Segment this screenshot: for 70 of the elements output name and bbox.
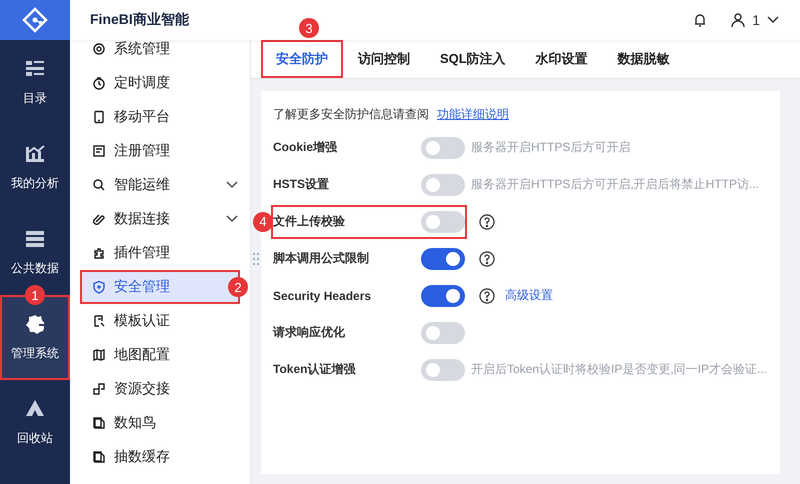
setting-label: Token认证增强	[273, 361, 356, 378]
nav-rail-item[interactable]: 目录	[0, 40, 70, 125]
toggle-switch[interactable]	[421, 136, 465, 158]
menu-item-icon	[92, 382, 106, 396]
help-link[interactable]: 功能详细说明	[437, 106, 509, 122]
menu-item[interactable]: 定时调度	[70, 66, 250, 100]
tab[interactable]: 水印设置	[520, 40, 603, 78]
toggle-switch[interactable]	[421, 322, 465, 344]
tab[interactable]: SQL防注入	[425, 40, 521, 78]
nav-rail-icon	[24, 313, 46, 335]
tab[interactable]: 安全防护	[261, 40, 343, 78]
help-icon[interactable]	[479, 250, 495, 266]
menu-item-icon	[92, 144, 106, 158]
menu-item[interactable]: 移动平台	[70, 100, 250, 134]
toggle-switch[interactable]	[421, 284, 465, 306]
menu-item[interactable]: 注册管理	[70, 134, 250, 168]
drag-handle-icon[interactable]	[253, 252, 259, 266]
menu-item-icon	[92, 280, 106, 294]
toggle-switch[interactable]	[421, 358, 465, 380]
setting-label: HSTS设置	[273, 176, 330, 193]
setting-hint: 服务器开启HTTPS后方可开启,开启后将禁止HTTP访...	[471, 176, 759, 193]
chevron-down-icon	[226, 215, 238, 223]
nav-rail-item[interactable]: 回收站	[0, 380, 70, 465]
nav-rail-icon	[24, 228, 46, 250]
tab[interactable]: 访问控制	[343, 40, 425, 78]
toggle-switch[interactable]	[421, 248, 465, 270]
setting-label: 请求响应优化	[273, 324, 346, 341]
advanced-settings-link[interactable]: 高级设置	[505, 287, 553, 304]
app-title: FineBI商业智能	[90, 11, 189, 29]
setting-hint: 服务器开启HTTPS后方可开启	[471, 139, 630, 156]
logo-icon	[22, 7, 48, 33]
menu-item[interactable]: 系统管理	[70, 40, 250, 66]
menu-item-icon	[92, 246, 106, 260]
menu-item-icon	[92, 314, 106, 328]
menu-item-icon	[92, 42, 106, 56]
chevron-down-icon	[766, 15, 780, 25]
toggle-switch[interactable]	[421, 174, 465, 196]
help-icon[interactable]	[479, 288, 495, 304]
setting-label: Cookie增强	[273, 139, 338, 156]
nav-rail-item[interactable]: 我的分析	[0, 125, 70, 210]
menu-item[interactable]: 数知鸟	[70, 406, 250, 440]
step-number-badge: 4	[253, 212, 273, 232]
toggle-switch[interactable]	[421, 210, 465, 232]
step-number-badge: 2	[228, 277, 248, 297]
user-icon	[730, 12, 746, 28]
nav-rail-icon	[24, 143, 46, 165]
menu-item[interactable]: 抽数缓存	[70, 440, 250, 474]
step-number-badge: 1	[25, 285, 45, 305]
chevron-down-icon	[226, 181, 238, 189]
menu-item-icon	[92, 450, 106, 464]
menu-item-icon	[92, 110, 106, 124]
menu-item-icon	[92, 212, 106, 226]
setting-label: Security Headers	[273, 288, 372, 302]
menu-item[interactable]: 数据连接	[70, 202, 250, 236]
intro-text: 了解更多安全防护信息请查阅	[273, 106, 429, 122]
user-menu[interactable]: 1	[730, 12, 780, 28]
menu-item[interactable]: 资源交接	[70, 372, 250, 406]
menu-item-icon	[92, 348, 106, 362]
setting-label: 脚本调用公式限制	[273, 250, 370, 267]
menu-item[interactable]: 插件管理	[70, 236, 250, 270]
menu-item[interactable]: 智能运维	[70, 168, 250, 202]
menu-item-icon	[92, 76, 106, 90]
menu-item-icon	[92, 416, 106, 430]
menu-item-icon	[92, 178, 106, 192]
setting-label: 文件上传校验	[273, 213, 346, 230]
tab[interactable]: 数据脱敏	[602, 40, 685, 78]
help-icon[interactable]	[479, 214, 495, 230]
menu-item[interactable]: 模板认证	[70, 304, 250, 338]
menu-item[interactable]: 地图配置	[70, 338, 250, 372]
setting-hint: 开启后Token认证时将校验IP是否变更,同一IP才会验证...	[471, 361, 768, 378]
